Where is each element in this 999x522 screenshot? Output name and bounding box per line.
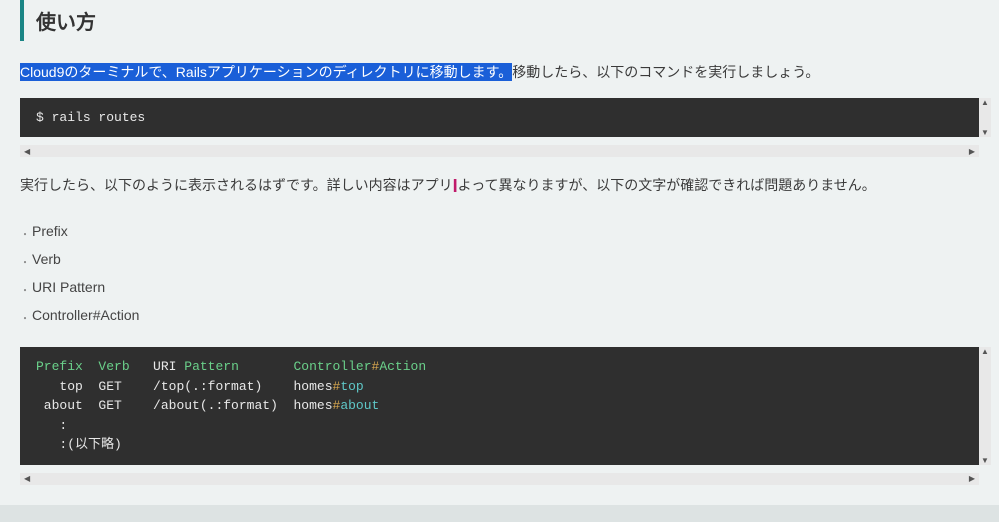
intro-rest: 移動したら、以下のコマンドを実行しましょう。 — [512, 64, 819, 80]
section-heading: 使い方 — [20, 0, 979, 41]
scroll-down-icon[interactable]: ▼ — [981, 456, 989, 465]
intro-paragraph: Cloud9のターミナルで、Railsアプリケーションのディレクトリに移動します… — [20, 59, 979, 86]
routes-output[interactable]: Prefix Verb URI Pattern Controller#Actio… — [20, 347, 979, 465]
terminal-command[interactable]: $ rails routes — [20, 98, 979, 138]
vertical-scrollbar[interactable]: ▲ ▼ — [979, 98, 991, 138]
after-cmd-part1: 実行したら、以下のように表示されるはずです。詳しい内容はアプリ — [20, 177, 453, 193]
horizontal-scrollbar[interactable]: ◀ ▶ — [20, 145, 979, 157]
code-block-output: Prefix Verb URI Pattern Controller#Actio… — [20, 347, 979, 465]
scroll-up-icon[interactable]: ▲ — [981, 347, 989, 356]
scroll-up-icon[interactable]: ▲ — [981, 98, 989, 107]
prompt-symbol: $ — [36, 110, 52, 125]
code-block-command: $ rails routes ▲ ▼ — [20, 98, 979, 138]
scroll-right-icon[interactable]: ▶ — [969, 474, 975, 483]
after-command-paragraph: 実行したら、以下のように表示されるはずです。詳しい内容はアプリIよって異なります… — [20, 169, 979, 203]
document-page: 使い方 Cloud9のターミナルで、Railsアプリケーションのディレクトリに移… — [0, 0, 999, 505]
scroll-right-icon[interactable]: ▶ — [969, 147, 975, 156]
scroll-left-icon[interactable]: ◀ — [24, 474, 30, 483]
list-item: Controller#Action — [32, 301, 979, 329]
highlighted-text[interactable]: Cloud9のターミナルで、Railsアプリケーションのディレクトリに移動します… — [20, 63, 512, 81]
scroll-left-icon[interactable]: ◀ — [24, 147, 30, 156]
scroll-down-icon[interactable]: ▼ — [981, 128, 989, 137]
after-cmd-part2: よって異なりますが、以下の文字が確認できれば問題ありません。 — [458, 177, 876, 193]
output-field-list: Prefix Verb URI Pattern Controller#Actio… — [20, 217, 979, 329]
list-item: Prefix — [32, 217, 979, 245]
list-item: URI Pattern — [32, 273, 979, 301]
vertical-scrollbar[interactable]: ▲ ▼ — [979, 347, 991, 465]
command-text: rails routes — [52, 110, 146, 125]
list-item: Verb — [32, 245, 979, 273]
horizontal-scrollbar[interactable]: ◀ ▶ — [20, 473, 979, 485]
